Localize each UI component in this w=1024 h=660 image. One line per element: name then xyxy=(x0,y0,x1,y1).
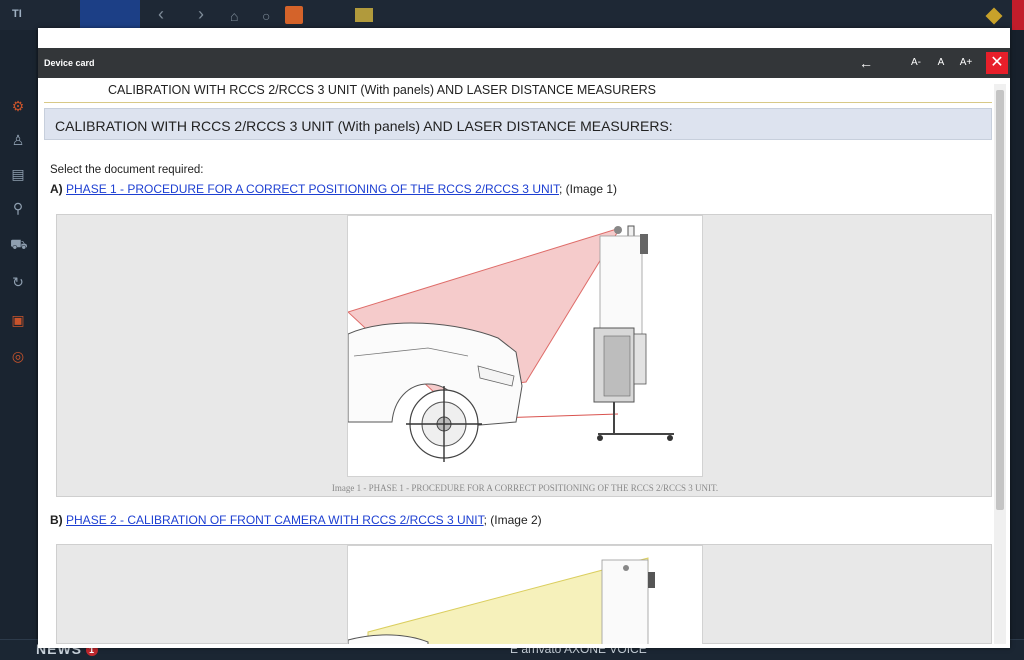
badge-icon[interactable]: ◎ xyxy=(10,348,26,364)
image-2[interactable] xyxy=(347,545,703,644)
phase-1-link[interactable]: PHASE 1 - PROCEDURE FOR A CORRECT POSITI… xyxy=(66,182,559,196)
item-suffix: ; (Image 2) xyxy=(483,513,542,527)
select-prompt: Select the document required: xyxy=(50,164,204,176)
image-1-caption: Image 1 - PHASE 1 - PROCEDURE FOR A CORR… xyxy=(331,483,719,493)
refresh-icon[interactable]: ↻ xyxy=(10,274,26,290)
font-decrease-button[interactable]: A- xyxy=(906,53,926,73)
list-item-phase-2: B) PHASE 2 - CALIBRATION OF FRONT CAMERA… xyxy=(50,513,542,527)
folder-icon[interactable] xyxy=(355,8,373,22)
forward-arrow-icon[interactable]: › xyxy=(198,4,204,25)
user-icon[interactable]: ○ xyxy=(262,8,270,24)
warning-icon[interactable] xyxy=(985,7,1003,25)
image-1-frame: Image 1 - PHASE 1 - PROCEDURE FOR A CORR… xyxy=(56,214,992,497)
search-icon[interactable]: ⚲ xyxy=(10,200,26,216)
section-heading-bar: CALIBRATION WITH RCCS 2/RCCS 3 UNIT (Wit… xyxy=(44,108,992,140)
close-icon[interactable]: ✕ xyxy=(986,52,1008,74)
back-icon[interactable]: ← xyxy=(856,53,876,73)
front-camera-calibration-illustration xyxy=(347,557,655,644)
section-heading: CALIBRATION WITH RCCS 2/RCCS 3 UNIT (Wit… xyxy=(55,118,673,134)
dialog-header: Device card ← A- A A+ ✕ xyxy=(38,48,1010,78)
font-reset-button[interactable]: A xyxy=(934,53,948,73)
left-sidebar: ⚙ ♙ ▤ ⚲ ⛟ ↻ ▣ ◎ xyxy=(0,30,36,640)
font-increase-button[interactable]: A+ xyxy=(956,53,976,73)
user-icon[interactable]: ♙ xyxy=(10,132,26,148)
image-1[interactable] xyxy=(347,215,703,477)
truck-icon[interactable]: ▣ xyxy=(10,312,26,328)
document-icon[interactable]: ▤ xyxy=(10,166,26,182)
back-arrow-icon[interactable]: ‹ xyxy=(158,4,164,25)
divider xyxy=(44,102,992,103)
gauge-icon[interactable]: ⚙ xyxy=(10,98,26,114)
item-prefix: A) xyxy=(50,182,63,196)
list-item-phase-1: A) PHASE 1 - PROCEDURE FOR A CORRECT POS… xyxy=(50,182,617,196)
device-card-dialog: Device card ← A- A A+ ✕ CALIBRATION WITH… xyxy=(38,28,1010,648)
app-close-button[interactable] xyxy=(1012,0,1024,30)
item-prefix: B) xyxy=(50,513,63,527)
phase-2-link[interactable]: PHASE 2 - CALIBRATION OF FRONT CAMERA WI… xyxy=(66,513,484,527)
dialog-top-strip xyxy=(38,28,1010,48)
document-subtitle: CALIBRATION WITH RCCS 2/RCCS 3 UNIT (Wit… xyxy=(108,83,657,97)
alert-icon[interactable] xyxy=(285,6,303,24)
scrollbar[interactable] xyxy=(994,84,1006,644)
app-logo: TI xyxy=(12,8,22,20)
home-icon[interactable]: ⌂ xyxy=(230,8,238,24)
item-suffix: ; (Image 1) xyxy=(558,182,618,196)
car-icon[interactable]: ⛟ xyxy=(10,236,28,252)
rccs-positioning-illustration xyxy=(347,225,674,462)
scrollbar-thumb[interactable] xyxy=(996,90,1004,510)
document-content: CALIBRATION WITH RCCS 2/RCCS 3 UNIT (Wit… xyxy=(44,78,992,644)
dialog-title: Device card xyxy=(44,58,95,68)
image-2-frame xyxy=(56,544,992,644)
toolbar-tab[interactable] xyxy=(80,0,140,28)
top-app-bar: TI ‹ › ⌂ ○ xyxy=(0,0,1024,30)
